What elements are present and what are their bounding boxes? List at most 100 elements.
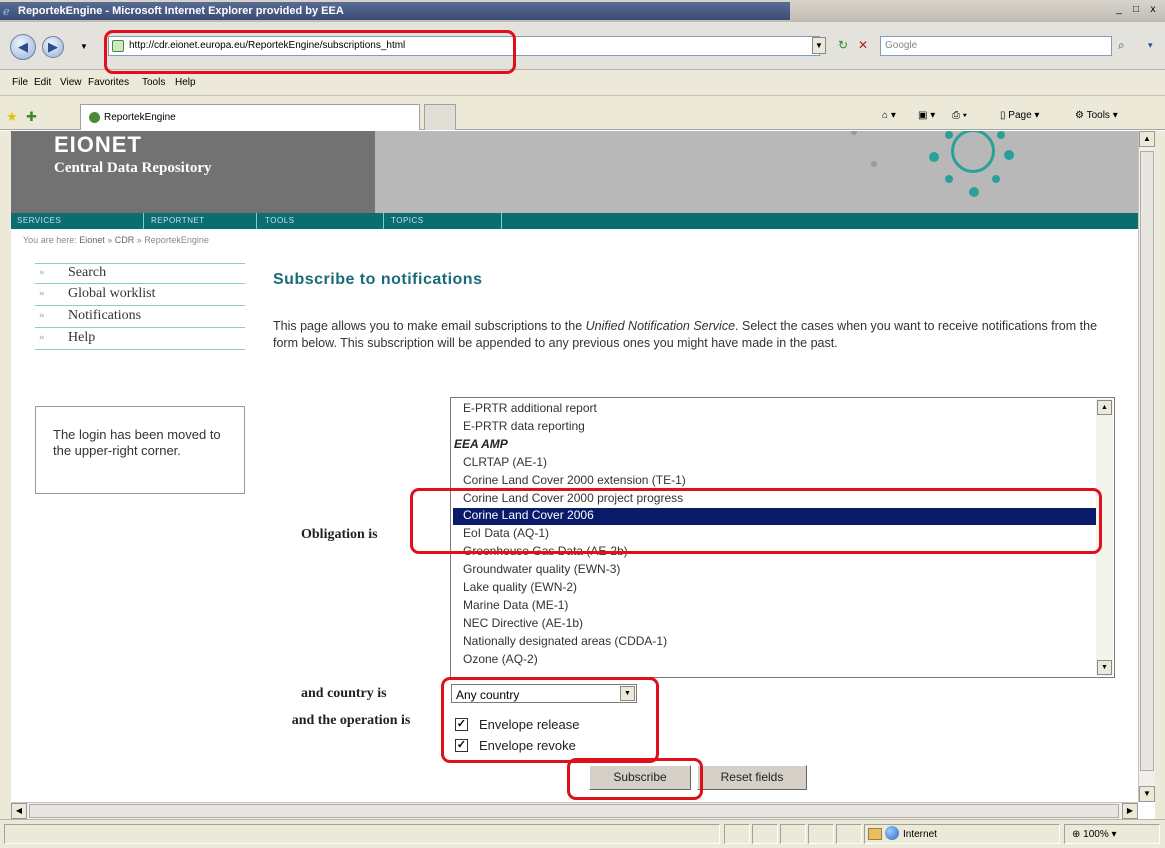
listbox-scroll-up-button[interactable]: ▲ <box>1097 400 1112 415</box>
breadcrumb-cdr[interactable]: CDR <box>115 235 135 245</box>
obligation-option[interactable]: Groundwater quality (EWN-3) <box>463 562 620 579</box>
status-pane <box>780 824 806 844</box>
site-name[interactable]: EIONET <box>54 132 142 158</box>
ie-logo-icon: ℯ <box>3 6 10 18</box>
listbox-scroll-down-button[interactable]: ▼ <box>1097 660 1112 675</box>
address-dropdown-button[interactable]: ▼ <box>812 37 826 54</box>
hscroll-thumb[interactable] <box>29 804 1119 818</box>
home-icon[interactable]: ⌂ ▾ <box>882 110 896 121</box>
bullet-icon: » <box>39 287 45 299</box>
breadcrumb-current: ReportekEngine <box>144 235 209 245</box>
nav-topics[interactable]: TOPICS <box>391 216 424 225</box>
operation-label: and the operation is <box>291 713 411 728</box>
breadcrumb-prefix: You are here: <box>23 235 77 245</box>
menu-edit[interactable]: Edit <box>34 77 51 88</box>
intro-service-name: Unified Notification Service <box>585 319 736 333</box>
reset-fields-button[interactable]: Reset fields <box>697 765 807 790</box>
scroll-thumb[interactable] <box>1140 151 1154 771</box>
menu-tools[interactable]: Tools <box>142 77 165 88</box>
maximize-button[interactable]: □ <box>1128 3 1144 17</box>
country-label: and country is <box>301 686 387 701</box>
nav-separator <box>383 213 384 229</box>
menu-view[interactable]: View <box>60 77 82 88</box>
scroll-down-button[interactable]: ▼ <box>1139 786 1155 802</box>
menu-help[interactable]: Help <box>175 77 196 88</box>
decor-dot <box>871 161 877 167</box>
nav-tools[interactable]: TOOLS <box>265 216 294 225</box>
zoom-level[interactable]: ⊕ 100% ▾ <box>1072 829 1117 840</box>
scroll-up-button[interactable]: ▲ <box>1139 131 1155 147</box>
menu-file[interactable]: File <box>12 77 28 88</box>
sidebar-item-notifications[interactable]: » Notifications <box>35 307 245 328</box>
frame-right-border <box>1155 131 1165 819</box>
decor-dot <box>945 131 953 139</box>
status-pane <box>836 824 862 844</box>
sidebar-item-global-worklist[interactable]: » Global worklist <box>35 285 245 306</box>
page-menu-label: Page <box>1008 110 1032 121</box>
back-button[interactable]: ◀ <box>10 34 36 60</box>
close-button[interactable]: x <box>1145 3 1161 17</box>
globe-icon <box>885 826 899 840</box>
minimize-button[interactable]: _ <box>1111 3 1127 17</box>
obligation-option[interactable]: E-PRTR data reporting <box>463 419 585 436</box>
scroll-right-button[interactable]: ▶ <box>1122 803 1138 819</box>
login-notice-text: The login has been moved to the upper-ri… <box>53 427 221 458</box>
tab-page-icon <box>89 112 100 123</box>
tools-menu-label: Tools <box>1086 110 1110 121</box>
history-dropdown-icon[interactable]: ▼ <box>80 42 88 51</box>
intro-text: This page allows you to make email subsc… <box>273 318 1113 352</box>
refresh-icon[interactable]: ↻ <box>838 38 848 52</box>
search-input[interactable]: Google <box>880 36 1112 56</box>
forward-button[interactable]: ▶ <box>42 36 64 58</box>
new-tab-button[interactable] <box>424 104 456 130</box>
obligation-option[interactable]: CLRTAP (AE-1) <box>463 455 547 472</box>
page-vertical-scrollbar[interactable]: ▲ ▼ <box>1138 131 1155 802</box>
search-icon[interactable]: ⌕ <box>1118 38 1125 53</box>
breadcrumb-eionet[interactable]: Eionet <box>79 235 105 245</box>
decor-dot <box>997 131 1005 139</box>
search-options-icon[interactable]: ▾ <box>1148 40 1153 51</box>
tools-menu[interactable]: ⚙ Tools ▾ <box>1075 110 1118 121</box>
tools-menu-icon: ⚙ <box>1075 110 1084 121</box>
obligation-option[interactable]: NEC Directive (AE-1b) <box>463 616 583 633</box>
add-favorite-icon[interactable]: ✚ <box>26 109 37 125</box>
sidebar-item-search[interactable]: » Search <box>35 263 245 284</box>
window-buttons: _ □ x <box>1111 3 1161 17</box>
nav-separator <box>501 213 502 229</box>
feeds-icon[interactable]: ▣ ▾ <box>918 110 935 121</box>
nav-reportnet[interactable]: REPORTNET <box>151 216 205 225</box>
zoom-value: 100% <box>1083 829 1109 840</box>
annotation-highlight-address <box>104 30 516 74</box>
obligation-option[interactable]: Nationally designated areas (CDDA-1) <box>463 634 667 651</box>
stop-icon[interactable]: ✕ <box>858 38 868 52</box>
print-icon[interactable]: ⎙ ▾ <box>952 110 967 121</box>
sidebar-item-help[interactable]: » Help <box>35 329 245 350</box>
tab-title: ReportekEngine <box>104 112 176 123</box>
favorites-star-icon[interactable]: ★ <box>6 109 18 125</box>
window-titlebar: ℯ ReportekEngine - Microsoft Internet Ex… <box>0 0 1165 22</box>
option-group-label: EEA AMP <box>454 436 508 451</box>
decor-dot <box>851 131 857 135</box>
status-pane <box>808 824 834 844</box>
sidebar-item-label: Help <box>68 330 96 345</box>
annotation-highlight-subscribe <box>567 758 703 800</box>
obligation-option[interactable]: Lake quality (EWN-2) <box>463 580 577 597</box>
obligation-option[interactable]: Marine Data (ME-1) <box>463 598 568 615</box>
scroll-left-button[interactable]: ◀ <box>11 803 27 819</box>
obligation-option[interactable]: Ozone (AQ-2) <box>463 652 538 669</box>
menu-favorites[interactable]: Favorites <box>88 77 129 88</box>
site-nav-bar: SERVICES REPORTNET TOOLS TOPICS <box>11 213 1138 229</box>
obligation-option[interactable]: E-PRTR additional report <box>463 401 597 418</box>
security-zone-label: Internet <box>903 829 937 840</box>
decor-dot <box>969 187 979 197</box>
status-text-pane <box>4 824 720 844</box>
search-placeholder: Google <box>885 40 918 51</box>
status-bar <box>0 819 1165 848</box>
tab-reportekengine[interactable]: ReportekEngine <box>80 104 420 130</box>
page-horizontal-scrollbar[interactable]: ◀ ▶ <box>11 802 1138 819</box>
obligation-label: Obligation is <box>301 527 378 542</box>
site-header: EIONET Central Data Repository <box>11 131 1138 213</box>
nav-services[interactable]: SERVICES <box>17 216 61 225</box>
window-title: ReportekEngine - Microsoft Internet Expl… <box>18 5 344 17</box>
page-menu[interactable]: ▯ Page ▾ <box>1000 110 1039 121</box>
